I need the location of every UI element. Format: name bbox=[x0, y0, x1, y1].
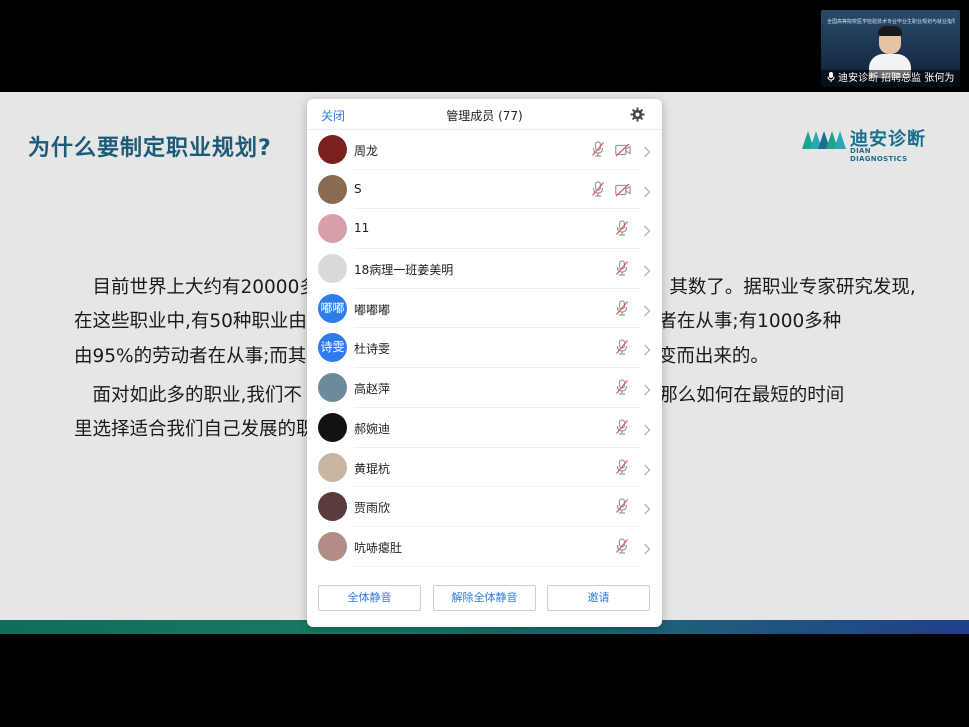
chevron-right-icon[interactable] bbox=[643, 143, 651, 158]
invite-button[interactable]: 邀请 bbox=[547, 585, 650, 611]
avatar: 嘟嘟 bbox=[318, 293, 347, 323]
avatar bbox=[318, 452, 347, 482]
member-row[interactable]: S bbox=[307, 170, 662, 210]
chevron-right-icon[interactable] bbox=[643, 381, 651, 396]
mic-muted-icon[interactable] bbox=[615, 498, 629, 514]
mic-muted-icon[interactable] bbox=[615, 220, 629, 236]
member-name: 杜诗雯 bbox=[354, 342, 391, 357]
member-row[interactable]: 诗雯 杜诗雯 bbox=[307, 328, 662, 369]
member-name: 吭哧瘪肚 bbox=[354, 540, 403, 555]
mute-all-button[interactable]: 全体静音 bbox=[318, 585, 421, 611]
member-name: 18病理一班姜美明 bbox=[354, 263, 454, 278]
logo-subtitle: DIAN DIAGNOSTICS bbox=[850, 147, 908, 163]
chevron-right-icon[interactable] bbox=[643, 540, 651, 555]
mic-muted-icon[interactable] bbox=[591, 181, 605, 197]
avatar bbox=[318, 412, 347, 442]
member-name: 嘟嘟嘟 bbox=[354, 302, 391, 317]
mic-muted-icon[interactable] bbox=[615, 260, 629, 276]
member-row[interactable]: 郝婉迪 bbox=[307, 408, 662, 448]
member-row[interactable]: 高赵萍 bbox=[307, 368, 662, 408]
avatar bbox=[318, 174, 347, 204]
member-name: 郝婉迪 bbox=[354, 421, 391, 436]
mic-muted-icon[interactable] bbox=[591, 141, 605, 157]
gear-icon[interactable] bbox=[630, 107, 645, 122]
speaker-caption: 迪安诊断 招聘总监 张何为 bbox=[821, 70, 960, 87]
company-logo: 迪安诊断 DIAN DIAGNOSTICS bbox=[800, 123, 928, 163]
chevron-right-icon[interactable] bbox=[643, 302, 651, 317]
avatar bbox=[318, 214, 347, 244]
chevron-right-icon[interactable] bbox=[643, 500, 651, 515]
member-list: 周龙 S 11 18病理一班姜美明 嘟嘟 嘟嘟嘟 诗雯 杜诗雯 高赵萍 郝婉迪 黄琨杭 贾雨欣 吭哧瘪肚 bbox=[307, 130, 662, 567]
avatar bbox=[318, 135, 347, 164]
mic-muted-icon[interactable] bbox=[615, 419, 629, 435]
logo-mark-icon bbox=[802, 131, 846, 149]
video-banner-text: 全国高等院校医学检验技术专业毕业生职业规划与就业指导 bbox=[827, 19, 955, 24]
member-row[interactable]: 周龙 bbox=[307, 130, 662, 170]
dialog-title: 管理成员 (77) bbox=[446, 109, 523, 123]
mic-muted-icon[interactable] bbox=[615, 538, 629, 554]
speaker-figure bbox=[869, 26, 911, 78]
chevron-right-icon[interactable] bbox=[643, 183, 651, 198]
chevron-right-icon[interactable] bbox=[643, 421, 651, 436]
mic-muted-icon[interactable] bbox=[615, 339, 629, 356]
member-name: 黄琨杭 bbox=[354, 461, 391, 476]
unmute-all-button[interactable]: 解除全体静音 bbox=[433, 585, 536, 611]
member-name: 贾雨欣 bbox=[354, 501, 391, 516]
member-row[interactable]: 11 bbox=[307, 209, 662, 250]
row-divider bbox=[354, 565, 640, 567]
avatar bbox=[318, 373, 347, 403]
speaker-video-thumbnail[interactable]: 全国高等院校医学检验技术专业毕业生职业规划与就业指导 迪安诊断 招聘总监 张何为 bbox=[821, 10, 960, 87]
member-row[interactable]: 嘟嘟 嘟嘟嘟 bbox=[307, 289, 662, 329]
member-row[interactable]: 18病理一班姜美明 bbox=[307, 249, 662, 289]
member-row[interactable]: 黄琨杭 bbox=[307, 448, 662, 488]
manage-members-dialog: 关闭 管理成员 (77) 周龙 S 11 18病理一班姜美明 嘟嘟 嘟嘟嘟 诗雯 杜诗雯 高赵萍… bbox=[307, 99, 662, 627]
avatar bbox=[318, 254, 347, 284]
mic-muted-icon[interactable] bbox=[615, 300, 629, 316]
slide-title: 为什么要制定职业规划? bbox=[28, 136, 272, 161]
camera-off-icon[interactable] bbox=[615, 142, 631, 157]
member-name: 高赵萍 bbox=[354, 382, 391, 397]
chevron-right-icon[interactable] bbox=[643, 461, 651, 475]
avatar: 诗雯 bbox=[318, 333, 347, 363]
avatar bbox=[318, 492, 347, 522]
member-name: 11 bbox=[354, 221, 370, 236]
chevron-right-icon[interactable] bbox=[643, 222, 651, 237]
member-row[interactable]: 贾雨欣 bbox=[307, 487, 662, 527]
chevron-right-icon[interactable] bbox=[643, 341, 651, 356]
member-name: 周龙 bbox=[354, 144, 379, 158]
speaker-label: 迪安诊断 招聘总监 张何为 bbox=[838, 73, 955, 84]
mic-muted-icon[interactable] bbox=[615, 379, 629, 395]
camera-off-icon[interactable] bbox=[615, 182, 631, 197]
member-name: S bbox=[354, 181, 362, 196]
member-row[interactable]: 吭哧瘪肚 bbox=[307, 527, 662, 567]
avatar bbox=[318, 531, 347, 561]
microphone-icon bbox=[827, 72, 835, 82]
mic-muted-icon[interactable] bbox=[615, 458, 629, 475]
chevron-right-icon[interactable] bbox=[643, 262, 651, 277]
dialog-header: 关闭 管理成员 (77) bbox=[307, 99, 662, 130]
